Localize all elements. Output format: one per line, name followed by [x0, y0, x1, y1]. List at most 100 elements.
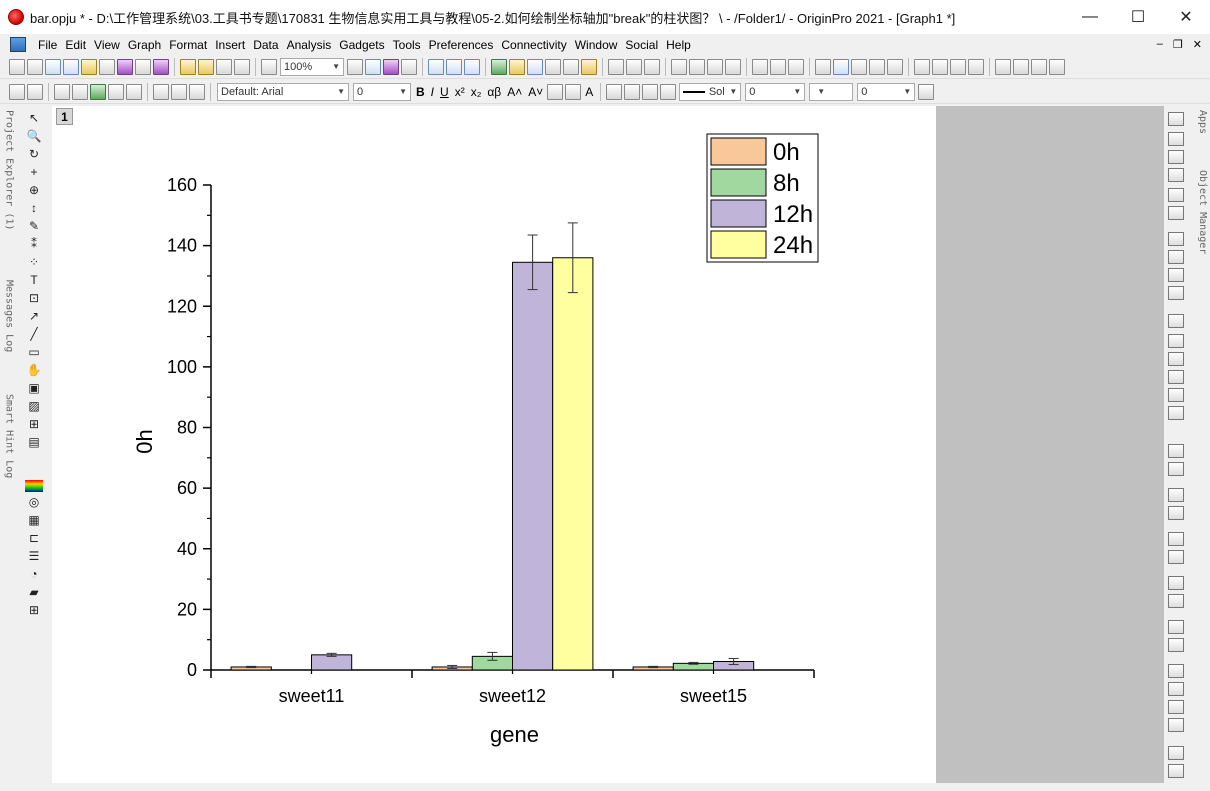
frame-icon[interactable]: [1168, 314, 1184, 328]
frame4-icon[interactable]: [1168, 370, 1184, 384]
graph-page[interactable]: 1 0 20 40 60 80 100 120 140 160 sweet11 sweet12 swe…: [52, 106, 936, 783]
open-template-icon[interactable]: [198, 58, 214, 75]
arrange4-icon[interactable]: [1168, 506, 1184, 520]
axis-red-icon[interactable]: [1168, 132, 1184, 146]
menu-format[interactable]: Format: [165, 38, 211, 52]
import-icon[interactable]: [261, 58, 277, 75]
folder-icon[interactable]: ▰: [25, 583, 43, 600]
arrange11-icon[interactable]: [1168, 664, 1184, 678]
italic-button[interactable]: I: [431, 85, 434, 99]
maximize-button[interactable]: ☐: [1114, 0, 1162, 34]
frame3-icon[interactable]: [1168, 352, 1184, 366]
frame2-icon[interactable]: [1168, 334, 1184, 348]
timer-icon[interactable]: ◔: [25, 565, 43, 582]
line-tool-icon[interactable]: ╱: [25, 325, 43, 342]
mask-icon[interactable]: ⁑: [25, 235, 43, 252]
line-color-icon[interactable]: [642, 83, 659, 100]
line-width-combo[interactable]: 0 ▼: [745, 82, 806, 101]
axis-tool-icon[interactable]: ⊏: [25, 529, 43, 546]
grid-layout2-icon[interactable]: [1168, 268, 1184, 282]
copy-icon[interactable]: [171, 83, 187, 100]
data-reader-icon[interactable]: +: [25, 163, 43, 180]
list-icon[interactable]: [565, 83, 582, 100]
font-size-combo[interactable]: 0 ▼: [353, 82, 411, 101]
layer-badge[interactable]: 1: [56, 108, 73, 125]
save-template-icon[interactable]: [234, 58, 250, 75]
mdi-restore-button[interactable]: ❐: [1173, 38, 1183, 51]
greek-button[interactable]: αβ: [487, 85, 501, 99]
add-layer-icon[interactable]: [27, 83, 43, 100]
insert-object-icon[interactable]: ▤: [25, 433, 43, 450]
axis-red3-icon[interactable]: [1168, 168, 1184, 182]
set-y-icon[interactable]: [833, 58, 849, 75]
new-function-icon[interactable]: [99, 58, 115, 75]
set-x-icon[interactable]: [815, 58, 831, 75]
mdi-minimize-button[interactable]: –: [1157, 38, 1163, 51]
legend-tool-icon[interactable]: ☰: [25, 547, 43, 564]
menu-social[interactable]: Social: [621, 38, 662, 52]
frame6-icon[interactable]: [1168, 406, 1184, 420]
arrange9-icon[interactable]: [1168, 620, 1184, 634]
bar-chart[interactable]: 0 20 40 60 80 100 120 140 160 sweet11 sweet12 sweet…: [52, 106, 936, 783]
zoom-combo[interactable]: 100% ▼: [280, 57, 344, 76]
new-project-icon[interactable]: [9, 58, 25, 75]
filter-icon[interactable]: [752, 58, 768, 75]
bold-button[interactable]: B: [416, 85, 425, 99]
swap-icon[interactable]: [1168, 206, 1184, 220]
layer-content-icon[interactable]: [126, 83, 142, 100]
menu-help[interactable]: Help: [662, 38, 695, 52]
rotate-icon[interactable]: ↻: [25, 145, 43, 162]
menu-connectivity[interactable]: Connectivity: [497, 38, 570, 52]
app-gallery-icon[interactable]: [491, 58, 507, 75]
smart-hint-log-tab[interactable]: Smart Hint Log: [0, 392, 18, 492]
set-z-icon[interactable]: [851, 58, 867, 75]
zoom-pan-icon[interactable]: 🔍: [25, 127, 43, 144]
menu-analysis[interactable]: Analysis: [283, 38, 336, 52]
sort-icon[interactable]: [644, 58, 660, 75]
text-tool-icon[interactable]: T: [25, 271, 43, 288]
results-log-icon[interactable]: [446, 58, 462, 75]
arrow-right-icon[interactable]: [1031, 58, 1047, 75]
line-style-combo[interactable]: Sol ▼: [679, 82, 742, 101]
annotation-icon[interactable]: ⊡: [25, 289, 43, 306]
pattern-color-icon[interactable]: [624, 83, 641, 100]
grid-layout-icon[interactable]: [1168, 250, 1184, 264]
insert-graph-icon[interactable]: ⊞: [25, 415, 43, 432]
messages-log-tab[interactable]: Messages Log: [0, 278, 18, 368]
new-workbook-icon[interactable]: [45, 58, 61, 75]
region-icon[interactable]: ▣: [25, 379, 43, 396]
new-layout-icon[interactable]: [117, 58, 133, 75]
project-explorer-icon[interactable]: [428, 58, 444, 75]
marker-icon[interactable]: [581, 58, 597, 75]
data-table-icon[interactable]: [545, 58, 561, 75]
arrange2-icon[interactable]: [1168, 462, 1184, 476]
circle-tool-icon[interactable]: ◎: [25, 493, 43, 510]
mdi-close-button[interactable]: ✕: [1193, 38, 1202, 51]
superscript-button[interactable]: x²: [455, 85, 465, 99]
command-window-icon[interactable]: [464, 58, 480, 75]
rectangle-tool-icon[interactable]: ▭: [25, 343, 43, 360]
bar-group-icon[interactable]: [725, 58, 741, 75]
menu-graph[interactable]: Graph: [124, 38, 165, 52]
arrange7-icon[interactable]: [1168, 576, 1184, 590]
previous-icon[interactable]: [932, 58, 948, 75]
underline-button[interactable]: U: [440, 85, 449, 99]
color-scale-icon[interactable]: [25, 480, 43, 492]
table-tool-icon[interactable]: ▦: [25, 511, 43, 528]
menu-gadgets[interactable]: Gadgets: [335, 38, 388, 52]
project-explorer-tab[interactable]: Project Explorer (1): [0, 108, 18, 248]
last-icon[interactable]: [968, 58, 984, 75]
globe-icon[interactable]: [1168, 188, 1184, 202]
arrange10-icon[interactable]: [1168, 638, 1184, 652]
paste-icon[interactable]: [189, 83, 205, 100]
save-project-icon[interactable]: [216, 58, 232, 75]
expand-icon[interactable]: [995, 58, 1011, 75]
cut-icon[interactable]: [153, 83, 169, 100]
column-chart-icon[interactable]: [671, 58, 687, 75]
layout-icon[interactable]: [1168, 232, 1184, 246]
close-button[interactable]: ✕: [1162, 0, 1210, 34]
legend[interactable]: 0h 8h 12h 24h: [706, 133, 819, 263]
object-manager-tab[interactable]: Object Manager: [1190, 170, 1208, 280]
rescale-icon[interactable]: [108, 83, 124, 100]
first-icon[interactable]: [914, 58, 930, 75]
